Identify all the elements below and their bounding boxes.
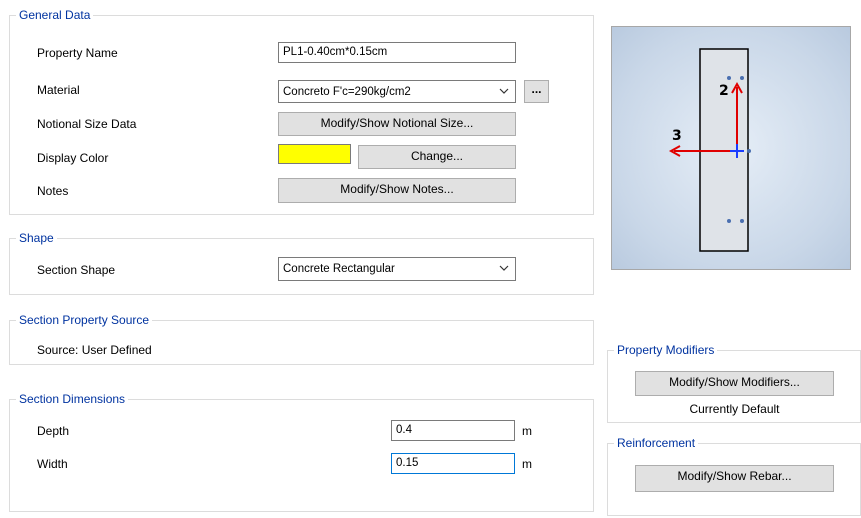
section-property-source-title: Section Property Source — [16, 313, 153, 327]
property-modifiers-title: Property Modifiers — [614, 343, 718, 357]
section-shape-value: Concrete Rectangular — [283, 263, 395, 275]
display-color-swatch[interactable] — [278, 144, 351, 164]
property-name-label: Property Name — [37, 46, 118, 60]
depth-field[interactable]: 0.4 — [391, 420, 515, 441]
section-dimensions-title: Section Dimensions — [16, 392, 129, 406]
depth-label: Depth — [37, 424, 70, 438]
rebar-icon — [727, 219, 731, 223]
axis-3-label: 3 — [672, 128, 682, 144]
width-label: Width — [37, 457, 68, 471]
source-text: Source: User Defined — [37, 343, 152, 357]
material-select[interactable]: Concreto F'c=290kg/cm2 — [278, 80, 516, 103]
section-shape-select[interactable]: Concrete Rectangular — [278, 257, 516, 281]
general-data-title: General Data — [16, 8, 94, 22]
section-shape-label: Section Shape — [37, 263, 116, 277]
rebar-icon — [747, 149, 751, 153]
notes-label: Notes — [37, 184, 69, 198]
width-unit: m — [522, 457, 532, 471]
width-field[interactable]: 0.15 — [391, 453, 515, 474]
modify-notes-button[interactable]: Modify/Show Notes... — [278, 178, 516, 203]
depth-unit: m — [522, 424, 532, 438]
modifiers-status: Currently Default — [689, 402, 780, 416]
display-color-label: Display Color — [37, 151, 109, 165]
modify-rebar-button[interactable]: Modify/Show Rebar... — [635, 465, 834, 492]
reinforcement-title: Reinforcement — [614, 436, 699, 450]
rebar-icon — [727, 76, 731, 80]
axis-2-label: 2 — [719, 83, 729, 99]
material-browse-button[interactable]: ... — [524, 80, 549, 103]
material-label: Material — [37, 83, 80, 97]
chevron-down-icon — [499, 265, 509, 271]
material-select-value: Concreto F'c=290kg/cm2 — [283, 86, 411, 98]
modify-modifiers-button[interactable]: Modify/Show Modifiers... — [635, 371, 834, 396]
rebar-icon — [740, 76, 744, 80]
notional-size-label: Notional Size Data — [37, 117, 137, 131]
property-name-field[interactable]: PL1-0.40cm*0.15cm — [278, 42, 516, 63]
section-diagram: 2 3 — [668, 48, 751, 252]
chevron-down-icon — [499, 88, 509, 94]
change-color-button[interactable]: Change... — [358, 145, 516, 169]
section-preview: 2 3 — [611, 26, 851, 270]
shape-title: Shape — [16, 231, 57, 245]
modify-notional-size-button[interactable]: Modify/Show Notional Size... — [278, 112, 516, 136]
rebar-icon — [740, 219, 744, 223]
